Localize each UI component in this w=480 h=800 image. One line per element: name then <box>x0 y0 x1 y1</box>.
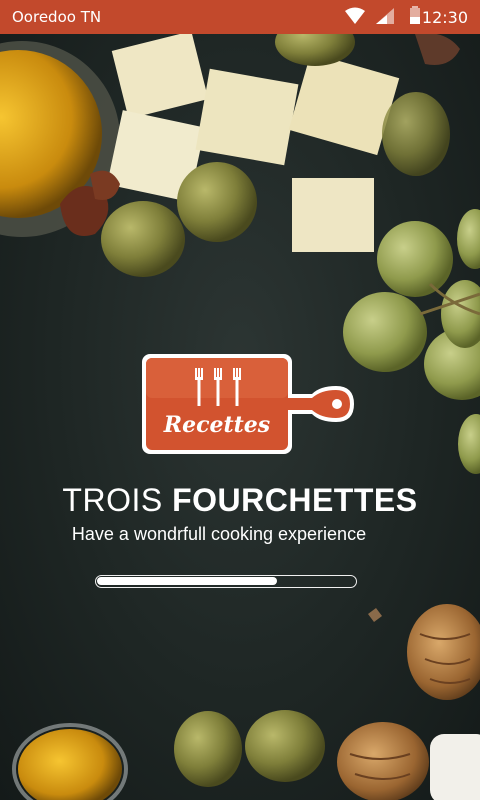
splash-screen: Ooredoo TN 12:30 Recettes TROIS FOURCHET… <box>0 0 480 800</box>
app-tagline: Have a wondrfull cooking experience <box>71 524 367 544</box>
app-title: TROIS FOURCHETTES <box>0 482 480 519</box>
status-bar: Ooredoo TN 12:30 <box>0 0 480 34</box>
battery-icon <box>410 6 420 24</box>
clock: 12:30 <box>421 8 468 27</box>
logo-label: Recettes <box>163 412 271 438</box>
carrier-name: Ooredoo TN <box>12 8 102 26</box>
loading-progress-fill <box>97 577 277 585</box>
app-title-bold: FOURCHETTES <box>172 482 418 518</box>
wifi-icon <box>345 7 365 24</box>
loading-progress-bar <box>95 575 357 588</box>
app-title-regular: TROIS <box>62 482 173 518</box>
cellular-signal-icon <box>376 8 394 24</box>
cutting-board-with-forks-icon <box>142 354 354 454</box>
